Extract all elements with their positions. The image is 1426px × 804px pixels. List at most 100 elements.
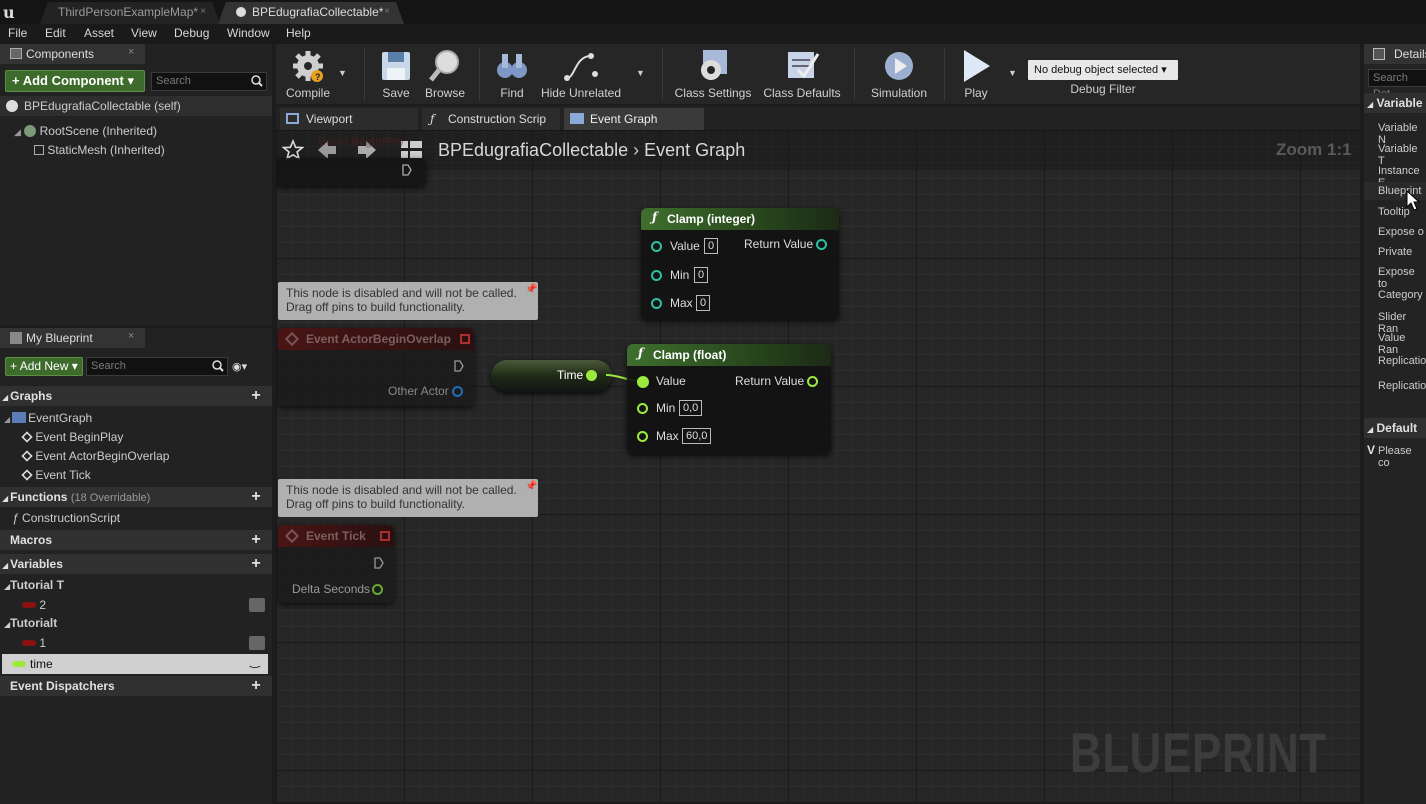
event-beginplay-node[interactable] [276,158,426,186]
menu-asset[interactable]: Asset [84,26,114,40]
delegate-pin-icon[interactable] [460,334,470,344]
min-input[interactable]: 0,0 [679,400,703,416]
add-component-button[interactable]: + Add Component ▾ [5,70,145,92]
max-input[interactable]: 60,0 [682,428,712,444]
exec-pin-icon[interactable] [402,164,412,176]
variable-visibility-icon[interactable] [249,598,265,612]
details-row[interactable]: Replicatio [1378,355,1426,367]
add-graph-plus-icon[interactable]: + [249,388,263,404]
pin-comment-icon[interactable]: 📌 [525,481,537,492]
details-row[interactable]: Private [1378,246,1412,258]
add-new-button[interactable]: + Add New ▾ [5,357,83,376]
dispatchers-section-header[interactable]: Event Dispatchers [0,676,272,696]
hide-unrelated-dropdown-icon[interactable]: ▼ [636,68,645,78]
blueprint-search-input[interactable]: Search [86,357,228,376]
close-icon[interactable]: × [200,2,206,22]
default-value-section-header[interactable]: ◢ Default V [1364,418,1426,457]
add-function-plus-icon[interactable]: + [249,489,263,505]
exec-out-pin-icon[interactable] [454,360,464,372]
menu-help[interactable]: Help [286,26,311,40]
exec-out-pin-icon[interactable] [374,557,384,569]
details-row[interactable]: Value Ran [1378,332,1426,356]
details-row[interactable]: Replicatio [1378,380,1426,392]
event-beginplay-item[interactable]: Event BeginPlay [21,430,123,444]
add-variable-plus-icon[interactable]: + [249,556,263,572]
category-tutorialt[interactable]: ◢Tutorialt [4,616,57,630]
find-button[interactable]: Find [488,48,536,100]
clamp-float-node[interactable]: Clamp (float) ƒ Value Return Value Min 0… [627,344,831,454]
compile-options-dropdown-icon[interactable]: ▼ [338,68,347,78]
delegate-pin-icon[interactable] [380,531,390,541]
breadcrumb-blueprint[interactable]: BPEdugrafiaCollectable [438,140,628,160]
close-icon[interactable]: × [384,2,390,22]
int-pin-icon[interactable] [651,298,662,309]
browse-button[interactable]: Browse [421,48,469,100]
event-overlap-item[interactable]: Event ActorBeginOverlap [21,449,169,463]
details-search-input[interactable]: Search Det [1368,69,1426,100]
variable-row-selected[interactable]: time ‿ [2,654,268,674]
add-macro-plus-icon[interactable]: + [249,532,263,548]
variable-row[interactable]: 2 [22,598,46,612]
play-options-dropdown-icon[interactable]: ▼ [1008,68,1017,78]
float-pin-icon[interactable] [586,370,597,381]
variable-row[interactable]: 1 [22,636,46,650]
menu-file[interactable]: File [8,26,27,40]
class-defaults-button[interactable]: Class Defaults [762,48,842,100]
float-pin-icon[interactable] [807,376,818,387]
int-pin-icon[interactable] [651,241,662,252]
static-mesh-row[interactable]: StaticMesh (Inherited) [34,143,165,157]
menu-view[interactable]: View [131,26,157,40]
tab-viewport[interactable]: Viewport [280,108,418,130]
component-search-input[interactable]: Search [151,72,267,91]
event-actorbeginoverlap-node[interactable]: Event ActorBeginOverlap Other Actor [278,328,474,406]
category-tutorial-t[interactable]: ◢Tutorial T [4,578,64,592]
details-row[interactable]: Expose to [1378,266,1426,290]
value-input[interactable]: 0 [704,238,719,254]
menu-debug[interactable]: Debug [174,26,209,40]
details-row[interactable]: Category [1378,289,1423,301]
root-scene-row[interactable]: ◢ RootScene (Inherited) [14,124,157,138]
event-tick-node[interactable]: Event Tick Delta Seconds [278,525,394,603]
event-graph-canvas[interactable]: BPEdugrafiaCollectable › Event Graph Zoo… [276,130,1360,802]
details-row[interactable]: Expose o [1378,226,1424,238]
menu-window[interactable]: Window [227,26,270,40]
eventgraph-item[interactable]: ◢ EventGraph [4,411,92,425]
clamp-integer-node[interactable]: Clamp (integer) ƒ Value 0 Return Value M… [641,208,839,320]
int-pin-icon[interactable] [651,270,662,281]
time-variable-getter-node[interactable]: Time [491,360,612,392]
max-input[interactable]: 0 [696,295,711,311]
doc-tab-blueprint[interactable]: BPEdugrafiaCollectable* × [218,2,404,24]
tab-event-graph[interactable]: Event Graph [564,108,704,130]
save-button[interactable]: Save [372,48,420,100]
object-pin-icon[interactable] [452,386,463,397]
simulation-button[interactable]: Simulation [866,48,932,100]
float-pin-connected-icon[interactable] [637,376,649,388]
construction-script-item[interactable]: ƒ ConstructionScript [12,511,120,525]
compile-button[interactable]: ? Compile [280,48,336,100]
functions-section-header[interactable]: ◢ Functions (18 Overridable) [0,487,272,507]
class-settings-button[interactable]: Class Settings [672,48,754,100]
float-pin-icon[interactable] [372,584,383,595]
variable-visibility-icon[interactable]: ‿ [250,654,260,668]
details-row[interactable]: Variable T [1378,143,1426,167]
debug-object-select[interactable]: No debug object selected ▾ [1028,60,1178,80]
variable-section-header[interactable]: ◢ Variable [1364,93,1426,113]
menu-edit[interactable]: Edit [45,26,66,40]
breadcrumb-graph[interactable]: Event Graph [644,140,745,160]
variables-section-header[interactable]: ◢ Variables [0,554,272,574]
macros-section-header[interactable]: Macros [0,530,272,550]
tab-construction-script[interactable]: ƒ Construction Scrip [422,108,560,130]
pin-comment-icon[interactable]: 📌 [525,284,537,295]
play-button[interactable]: Play [952,48,1000,100]
eye-view-options-icon[interactable]: ◉▾ [232,360,260,374]
doc-tab-map[interactable]: ThirdPersonExampleMap* × [40,2,220,24]
close-icon[interactable]: × [128,46,134,58]
graphs-section-header[interactable]: ◢ Graphs [0,386,272,406]
event-tick-item[interactable]: Event Tick [21,468,91,482]
close-icon[interactable]: × [128,330,134,342]
hide-unrelated-button[interactable]: Hide Unrelated [540,48,622,100]
variable-visibility-icon[interactable] [249,636,265,650]
int-pin-icon[interactable] [816,239,827,250]
component-self-row[interactable]: BPEdugrafiaCollectable (self) [0,96,272,116]
float-pin-icon[interactable] [637,431,648,442]
